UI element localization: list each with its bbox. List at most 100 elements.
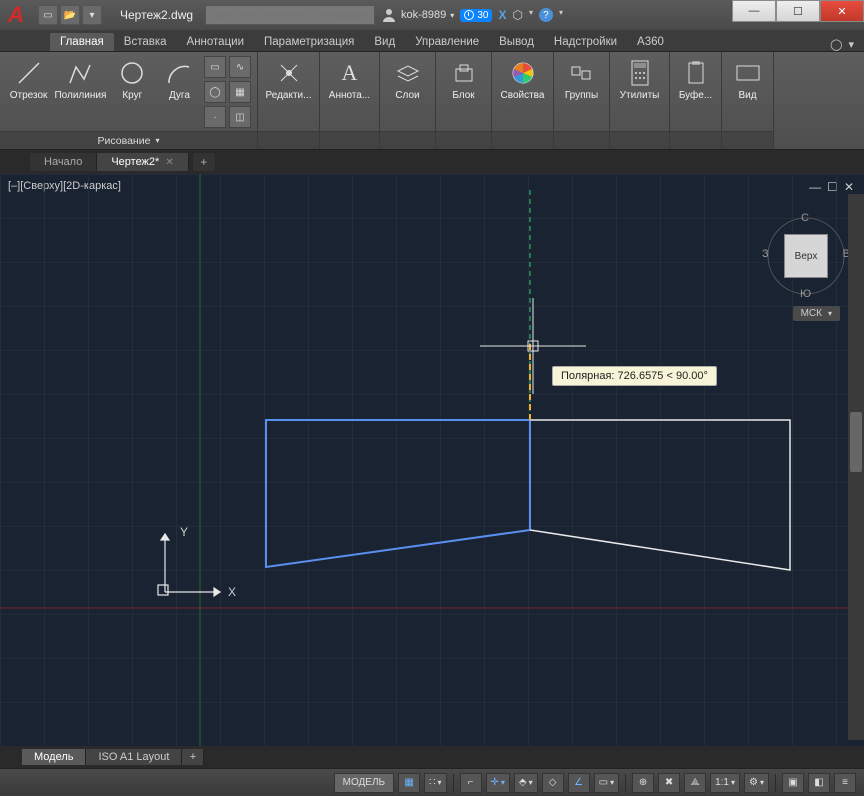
signin-icon[interactable]: ⬡ <box>512 8 522 22</box>
tool-layers[interactable]: Слои <box>386 56 429 101</box>
vertical-scrollbar[interactable] <box>848 194 864 740</box>
file-tab-strip: Начало Чертеж2*✕ + <box>0 150 864 174</box>
minimize-button[interactable]: — <box>732 0 776 22</box>
ribbon-tab-strip: Главная Вставка Аннотации Параметризация… <box>0 30 864 52</box>
chevron-down-icon: ▾ <box>828 309 832 318</box>
tool-clipboard[interactable]: Буфе... <box>676 56 715 101</box>
close-button[interactable]: ✕ <box>820 0 864 22</box>
panel-groups: Группы <box>554 52 610 149</box>
tool-line[interactable]: Отрезок <box>6 56 51 101</box>
chevron-down-icon: ▾ <box>450 11 454 20</box>
help-icon[interactable]: ? <box>539 8 553 22</box>
ribbon-collapse-icon[interactable]: ▾ <box>848 38 854 51</box>
ellipse-icon[interactable]: ◯ <box>204 81 226 103</box>
app-logo[interactable]: A <box>0 1 32 29</box>
rectangle-icon[interactable]: ▭ <box>204 56 226 78</box>
draw-more-grid: ▭ ∿ ◯ ▦ · ◫ <box>204 56 251 128</box>
layout-tab-model[interactable]: Модель <box>22 749 86 765</box>
user-icon <box>381 7 397 23</box>
new-icon[interactable]: ▭ <box>38 5 58 25</box>
tool-polyline[interactable]: Полилиния <box>53 56 108 101</box>
status-separator <box>775 774 776 792</box>
drawing-svg: X Y <box>0 174 864 746</box>
status-ortho-icon[interactable]: ⌐ <box>460 773 482 793</box>
ribbon-tab-output[interactable]: Вывод <box>489 33 544 51</box>
status-model-button[interactable]: МОДЕЛЬ <box>334 773 394 793</box>
scrollbar-thumb[interactable] <box>850 412 862 472</box>
ribbon-tab-a360[interactable]: A360 <box>627 33 674 51</box>
status-iso-icon[interactable]: ⬘▾ <box>514 773 538 793</box>
status-grid-icon[interactable]: ▦ <box>398 773 420 793</box>
trial-badge[interactable]: 30 <box>460 9 492 22</box>
clock-icon <box>464 10 474 20</box>
search-box <box>205 5 375 25</box>
panel-layers: Слои <box>380 52 436 149</box>
tool-block[interactable]: Блок <box>442 56 485 101</box>
layout-tab-add[interactable]: + <box>182 749 204 765</box>
status-bar: МОДЕЛЬ ▦ ∷▾ ⌐ ✛▾ ⬘▾ ◇ ∠ ▭▾ ⊕ ✖ ⟁ 1:1▾ ⚙▾… <box>0 768 864 796</box>
status-snap-icon[interactable]: ∷▾ <box>424 773 446 793</box>
tool-arc[interactable]: Дуга <box>157 56 202 101</box>
ribbon-tab-manage[interactable]: Управление <box>405 33 489 51</box>
tool-circle[interactable]: Круг <box>110 56 155 101</box>
ribbon-tab-annotate[interactable]: Аннотации <box>177 33 254 51</box>
spline-icon[interactable]: ∿ <box>229 56 251 78</box>
text-icon: A <box>335 58 365 88</box>
status-3d-icon[interactable]: ⟁ <box>684 773 706 793</box>
close-icon[interactable]: ✕ <box>165 157 173 168</box>
file-tab-start[interactable]: Начало <box>30 153 97 171</box>
hatch-icon[interactable]: ▦ <box>229 81 251 103</box>
status-workspace-icon[interactable]: ◧ <box>808 773 830 793</box>
compass-north[interactable]: С <box>801 212 809 224</box>
qat-dropdown-icon[interactable]: ▾ <box>82 5 102 25</box>
status-gear-icon[interactable]: ⚙▾ <box>744 773 769 793</box>
file-tab-drawing[interactable]: Чертеж2*✕ <box>97 153 188 171</box>
status-dynamic-input-icon[interactable]: ⊕ <box>632 773 654 793</box>
tool-utilities[interactable]: Утилиты <box>616 56 663 101</box>
status-annotation-icon[interactable]: ▣ <box>782 773 804 793</box>
tool-modify[interactable]: Редакти... <box>264 56 313 101</box>
block-icon <box>449 58 479 88</box>
user-menu[interactable]: kok-8989 ▾ <box>381 7 454 23</box>
panel-divider <box>610 131 669 149</box>
user-name: kok-8989 <box>401 9 446 21</box>
open-icon[interactable]: 📂 <box>60 5 80 25</box>
region-icon[interactable]: ◫ <box>229 106 251 128</box>
ribbon-tab-view[interactable]: Вид <box>364 33 405 51</box>
group-icon <box>567 58 597 88</box>
compass-west[interactable]: З <box>762 248 769 260</box>
status-scale-button[interactable]: 1:1▾ <box>710 773 740 793</box>
drawing-canvas[interactable]: [–][Сверху][2D-каркас] — ☐ ✕ X Y <box>0 174 864 746</box>
status-customize-icon[interactable]: ≡ <box>834 773 856 793</box>
tool-properties[interactable]: Свойства <box>498 56 547 101</box>
maximize-button[interactable]: ☐ <box>776 0 820 22</box>
viewcube-face[interactable]: Верх <box>784 234 828 278</box>
chevron-down-icon[interactable]: ▾ <box>559 8 563 22</box>
status-otrack-icon[interactable]: ∠ <box>568 773 590 793</box>
ribbon-tab-addins[interactable]: Надстройки <box>544 33 627 51</box>
tool-view[interactable]: Вид <box>728 56 767 101</box>
tool-annotate[interactable]: A Аннота... <box>326 56 373 101</box>
view-cube[interactable]: С Ю В З Верх <box>764 214 848 298</box>
layout-tab-iso[interactable]: ISO A1 Layout <box>86 749 182 765</box>
chevron-down-icon[interactable]: ▾ <box>529 8 533 22</box>
tool-groups[interactable]: Группы <box>560 56 603 101</box>
panel-title-draw[interactable]: Рисование▾ <box>0 131 257 149</box>
status-polar-icon[interactable]: ✛▾ <box>486 773 510 793</box>
ucs-dropdown[interactable]: МСК▾ <box>793 306 840 321</box>
chevron-down-icon: ▾ <box>155 136 159 145</box>
compass-south[interactable]: Ю <box>800 288 811 300</box>
featured-apps-icon[interactable]: ◯ <box>830 38 842 51</box>
axis-x-label: X <box>228 585 236 599</box>
search-input[interactable] <box>205 5 375 25</box>
status-selection-icon[interactable]: ✖ <box>658 773 680 793</box>
panel-divider <box>554 131 609 149</box>
ribbon-tab-home[interactable]: Главная <box>50 33 114 51</box>
status-lwt-icon[interactable]: ▭▾ <box>594 773 619 793</box>
new-tab-button[interactable]: + <box>193 153 215 171</box>
exchange-icon[interactable]: X <box>498 8 506 22</box>
ribbon-tab-insert[interactable]: Вставка <box>114 33 177 51</box>
point-icon[interactable]: · <box>204 106 226 128</box>
status-osnap-icon[interactable]: ◇ <box>542 773 564 793</box>
ribbon-tab-parametric[interactable]: Параметризация <box>254 33 364 51</box>
